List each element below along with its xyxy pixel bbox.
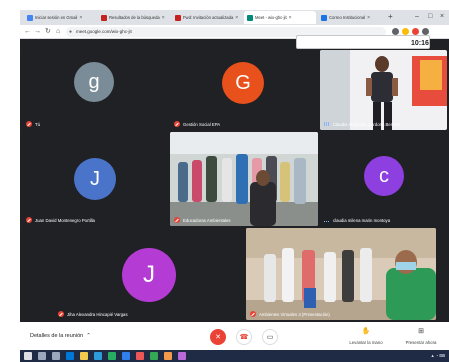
avatar: G	[222, 62, 264, 104]
raise-hand-button[interactable]: Levantar la mano	[340, 340, 392, 345]
forward-icon[interactable]: →	[34, 27, 41, 36]
maximize-icon[interactable]: □	[428, 12, 432, 22]
mic-off-icon: ✕	[215, 334, 221, 341]
participant-tile[interactable]: G Gestión Social EPA	[170, 50, 318, 130]
participant-video-tile[interactable]: Claudia Alejandra Cardona Benitez	[320, 50, 447, 130]
new-tab-icon[interactable]: +	[388, 12, 393, 22]
chevron-up-icon: ⌃	[84, 333, 91, 339]
meeting-details-button[interactable]: Detalles de la reunión ⌃	[30, 333, 91, 339]
close-tab-icon[interactable]: ×	[79, 15, 82, 21]
excel-icon[interactable]	[108, 352, 116, 360]
speaking-indicator-icon	[324, 122, 330, 127]
mic-off-icon	[250, 311, 256, 317]
gmail-favicon-icon	[175, 14, 181, 21]
search-popup[interactable]	[296, 35, 430, 49]
mic-toggle-button[interactable]: ✕	[210, 329, 226, 345]
minimize-icon[interactable]: –	[415, 12, 419, 22]
system-tray[interactable]: ▲ ◔ ⌨	[431, 353, 445, 358]
tab-invitation[interactable]: Fwd: Invitación actualizada ×	[172, 11, 242, 24]
mic-off-icon	[26, 217, 32, 223]
mic-off-icon	[58, 311, 64, 317]
word-icon[interactable]	[122, 352, 130, 360]
home-icon[interactable]: ⌂	[56, 27, 60, 36]
video-feed	[170, 132, 318, 226]
participant-name: Claudia Alejandra Cardona Benitez	[324, 122, 400, 127]
participant-tile[interactable]: J Juan David Montenegro Portilla	[22, 132, 168, 226]
powerpoint-icon[interactable]	[136, 352, 144, 360]
meet-favicon-icon	[247, 14, 253, 21]
search-icon[interactable]	[38, 352, 46, 360]
participant-name: Gestión Social EPA	[174, 121, 220, 127]
participant-name: Juan David Montenegro Portilla	[26, 217, 95, 223]
participant-name: Jiha Alexandra Hincapié Vargas	[58, 311, 128, 317]
participant-video-tile[interactable]: Ambientes Virtuales 3 (Presentación)	[246, 228, 436, 320]
windows-taskbar: ▲ ◔ ⌨	[20, 350, 449, 362]
avatar: c	[364, 156, 404, 196]
extension-icon[interactable]	[412, 28, 419, 35]
tray-icons: ▲ ◔ ⌨	[430, 353, 445, 358]
close-tab-icon[interactable]: ×	[235, 15, 238, 21]
mic-off-icon	[26, 121, 32, 127]
back-icon[interactable]: ←	[24, 27, 31, 36]
edge-icon[interactable]	[66, 352, 74, 360]
tab-gmail[interactable]: Iniciar sesión en Gmail ×	[24, 11, 96, 24]
participant-tile[interactable]: c claudia milena marin montoya	[320, 132, 447, 226]
menu-icon[interactable]	[422, 28, 429, 35]
screen: Iniciar sesión en Gmail × Resultados de …	[0, 0, 449, 362]
speaking-indicator-icon	[324, 218, 330, 223]
present-now-button[interactable]: Presentar ahora	[396, 340, 446, 345]
meet-control-bar: Detalles de la reunión ⌃ ✕ ☎ ▭ ✋ Levanta…	[20, 322, 449, 350]
participant-name: Tú	[26, 121, 40, 127]
task-view-icon[interactable]	[52, 352, 60, 360]
browser-tab-strip: Iniciar sesión en Gmail × Resultados de …	[20, 10, 449, 25]
gmail-favicon-icon	[27, 14, 33, 21]
hang-up-icon: ☎	[239, 334, 249, 341]
app-icon[interactable]	[164, 352, 172, 360]
camera-toggle-button[interactable]: ▭	[262, 329, 278, 345]
mic-off-icon	[174, 121, 180, 127]
participant-tile[interactable]: J Jiha Alexandra Hincapié Vargas	[54, 228, 244, 320]
participant-name: Educadoras Ambientales	[174, 217, 231, 223]
leave-call-button[interactable]: ☎	[236, 329, 252, 345]
clock: 10:16	[411, 40, 429, 47]
lock-icon: ●	[69, 29, 73, 35]
close-tab-icon[interactable]: ×	[367, 15, 370, 21]
participant-video-tile[interactable]: Educadoras Ambientales	[170, 132, 318, 226]
app-icon[interactable]	[178, 352, 186, 360]
reload-icon[interactable]: ↻	[45, 27, 51, 36]
avatar: J	[74, 158, 116, 200]
tab-search-results[interactable]: Resultados de la búsqueda ×	[98, 11, 170, 24]
windows-start-icon[interactable]	[24, 352, 32, 360]
present-icon[interactable]: ⊞	[403, 327, 439, 335]
avatar: J	[122, 248, 176, 302]
participant-name: Ambientes Virtuales 3 (Presentación)	[250, 311, 330, 317]
camera-icon: ▭	[266, 334, 274, 341]
participant-tile[interactable]: g Tú	[22, 50, 168, 130]
mic-off-icon	[174, 217, 180, 223]
hand-icon[interactable]: ✋	[348, 327, 384, 335]
file-explorer-icon[interactable]	[80, 352, 88, 360]
extension-icon[interactable]	[392, 28, 399, 35]
store-icon[interactable]	[94, 352, 102, 360]
star-icon[interactable]	[402, 28, 409, 35]
close-tab-icon[interactable]: ×	[289, 15, 292, 21]
tab-meet[interactable]: Meet - wix-ghc-jit ×	[244, 11, 316, 24]
close-window-icon[interactable]: ×	[440, 12, 444, 22]
tab-institutional-mail[interactable]: Correo Institucional ×	[318, 11, 384, 24]
video-feed	[320, 50, 447, 130]
gmail-favicon-icon	[101, 14, 107, 21]
participant-name: claudia milena marin montoya	[324, 218, 390, 223]
video-feed	[246, 228, 436, 320]
close-tab-icon[interactable]: ×	[162, 15, 165, 21]
avatar: g	[74, 62, 114, 102]
chrome-icon[interactable]	[150, 352, 158, 360]
mail-favicon-icon	[321, 14, 327, 21]
